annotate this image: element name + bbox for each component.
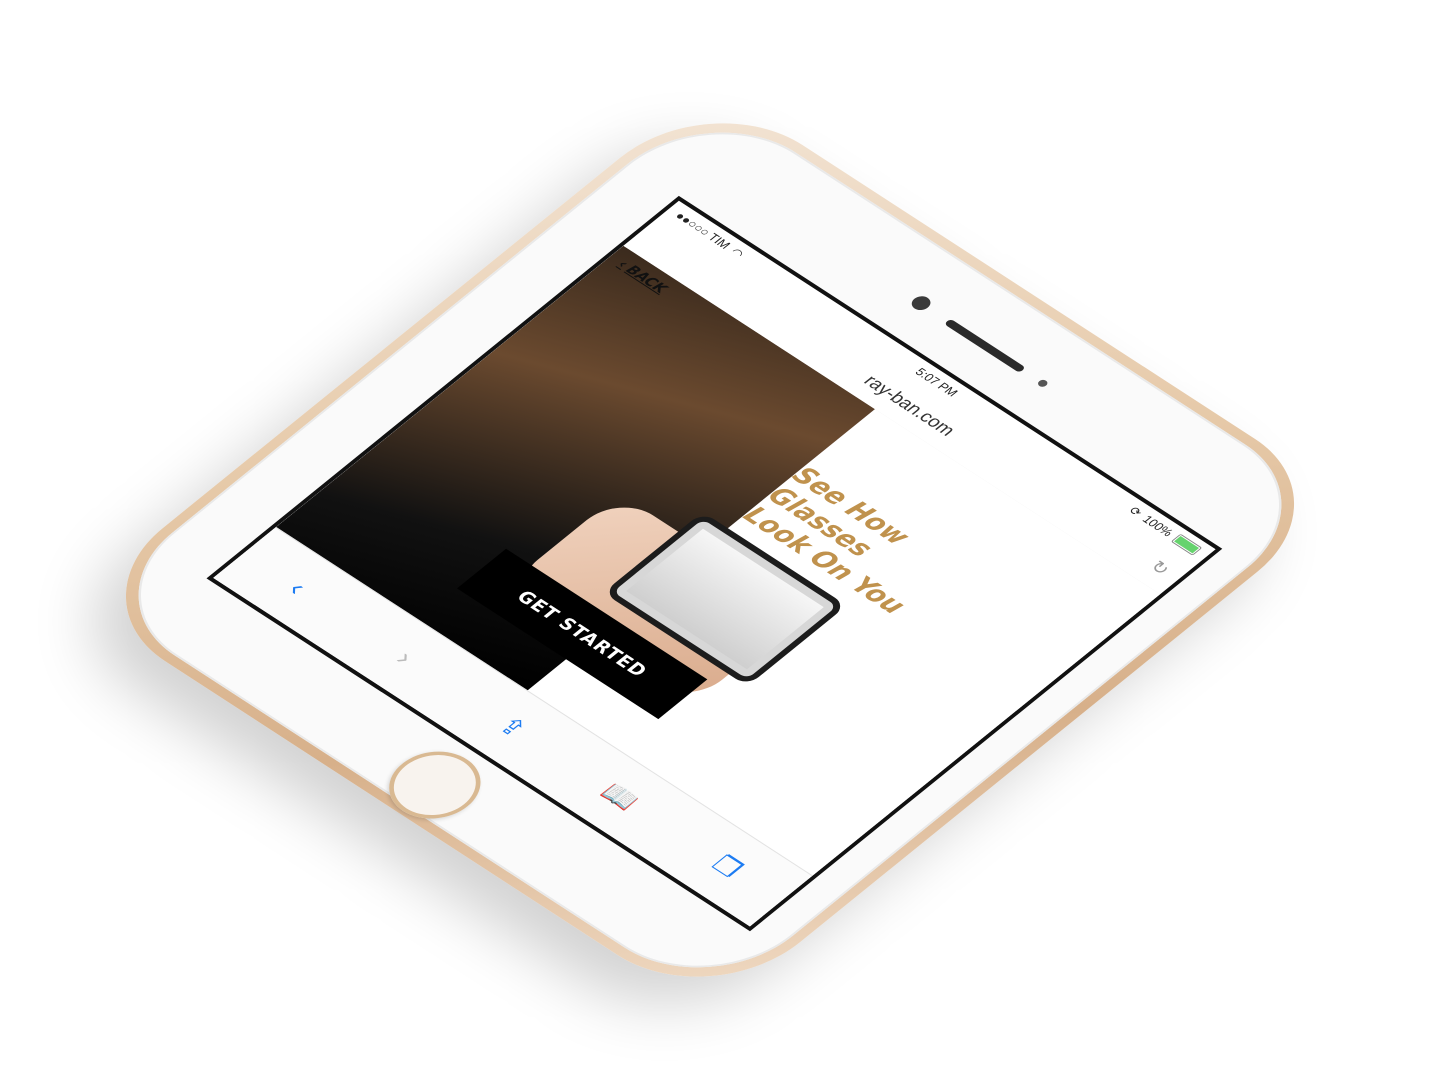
front-camera-icon (907, 293, 935, 313)
sensor-icon (1036, 378, 1050, 389)
tabs-icon[interactable]: ❐ (691, 840, 764, 893)
chevron-left-icon[interactable]: ‹ (261, 561, 334, 614)
stage: ●●○○○ TIM ◠ 5:07 PM ⟳ 100% ray-ban.com ↻ (0, 0, 1440, 1080)
lock-rotation-icon: ⟳ (1125, 504, 1146, 519)
phone-face: ●●○○○ TIM ◠ 5:07 PM ⟳ 100% ray-ban.com ↻ (89, 97, 1331, 1003)
reload-icon[interactable]: ↻ (1145, 557, 1174, 579)
bookmarks-icon[interactable]: 📖 (583, 770, 656, 823)
screen: ●●○○○ TIM ◠ 5:07 PM ⟳ 100% ray-ban.com ↻ (206, 195, 1223, 932)
speaker-grille (943, 318, 1026, 373)
chevron-right-icon[interactable]: › (369, 631, 442, 684)
share-icon[interactable]: ⇪ (476, 700, 549, 753)
phone-mockup: ●●○○○ TIM ◠ 5:07 PM ⟳ 100% ray-ban.com ↻ (72, 84, 1348, 1016)
wifi-icon: ◠ (727, 245, 748, 261)
